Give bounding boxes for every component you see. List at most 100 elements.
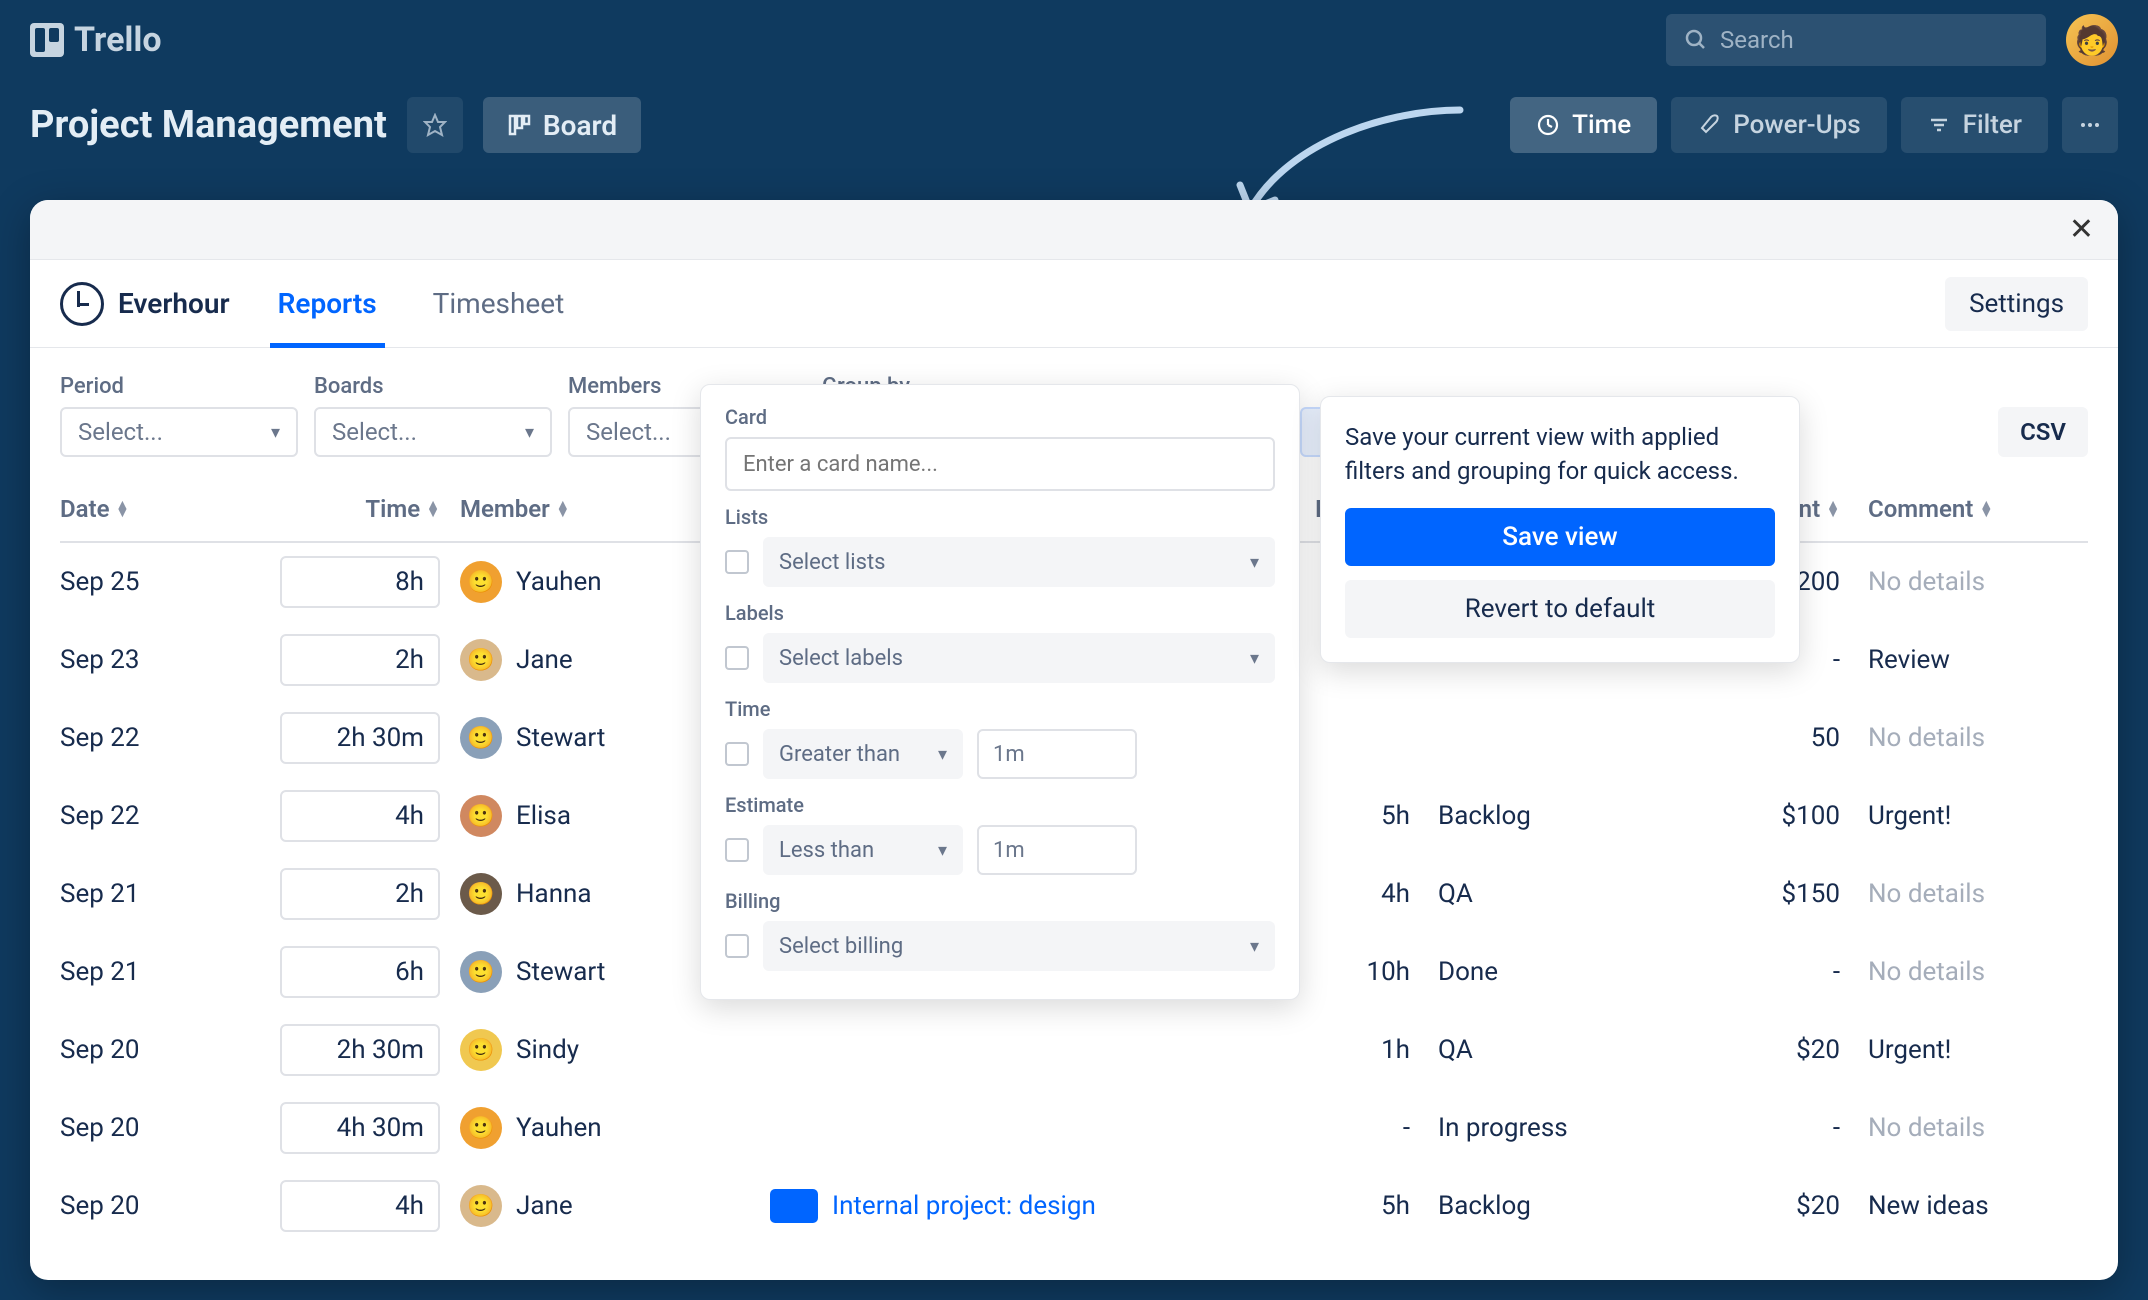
table-row: Sep 202h 30m🙂Sindy1hQA$20Urgent!: [60, 1011, 2088, 1089]
billing-checkbox[interactable]: [725, 934, 749, 958]
time-input[interactable]: 2h 30m: [280, 1024, 440, 1076]
board-view-button[interactable]: Board: [483, 97, 641, 153]
labels-select[interactable]: Select labels▾: [763, 633, 1275, 683]
chevron-down-icon: ▾: [271, 422, 280, 443]
cell-amount: $100: [1660, 801, 1840, 831]
time-input[interactable]: 4h 30m: [280, 1102, 440, 1154]
member-name: Jane: [516, 645, 573, 675]
cell-date: Sep 20: [60, 1113, 250, 1143]
cell-list: In progress: [1410, 1113, 1660, 1143]
estimate-op-select[interactable]: Less than▾: [763, 825, 963, 875]
cell-member: 🙂Sindy: [440, 1029, 770, 1071]
more-button[interactable]: [2062, 97, 2118, 153]
sort-icon: ▲▼: [556, 501, 570, 517]
revert-default-button[interactable]: Revert to default: [1345, 580, 1775, 638]
cell-amount: $20: [1660, 1191, 1840, 1221]
cell-comment: Urgent!: [1840, 1035, 2090, 1065]
cell-member: 🙂 Jane: [440, 1185, 770, 1227]
cell-comment: No details: [1840, 723, 2090, 753]
member-avatar: 🙂: [460, 873, 502, 915]
member-name: Stewart: [516, 957, 605, 987]
member-avatar: 🙂: [460, 951, 502, 993]
cell-amount: -: [1660, 1113, 1840, 1143]
more-filters-panel: Card Lists Select lists▾ Labels Select l…: [700, 384, 1300, 1000]
cell-date: Sep 23: [60, 645, 250, 675]
dots-icon: [2078, 113, 2102, 137]
cell-comment: No details: [1840, 957, 2090, 987]
trello-icon: [30, 23, 64, 57]
estimate-value-input[interactable]: 1m: [977, 825, 1137, 875]
tab-reports[interactable]: Reports: [270, 259, 385, 348]
col-date[interactable]: Date▲▼: [60, 495, 250, 523]
cell-date: Sep 21: [60, 879, 250, 909]
tab-timesheet[interactable]: Timesheet: [425, 259, 573, 348]
member-avatar: 🙂: [460, 1185, 502, 1227]
billing-select[interactable]: Select billing▾: [763, 921, 1275, 971]
time-op-select[interactable]: Greater than▾: [763, 729, 963, 779]
cell-list: Backlog: [1410, 801, 1660, 831]
table-row: Sep 204h🙂JaneInternal project: design5hB…: [60, 1167, 2088, 1245]
time-input[interactable]: 8h: [280, 556, 440, 608]
cell-comment: No details: [1840, 879, 2090, 909]
close-button[interactable]: ✕: [2069, 212, 2094, 247]
time-input[interactable]: 4h: [280, 790, 440, 842]
lists-checkbox[interactable]: [725, 550, 749, 574]
member-avatar: 🙂: [460, 1107, 502, 1149]
labels-checkbox[interactable]: [725, 646, 749, 670]
lists-select[interactable]: Select lists▾: [763, 537, 1275, 587]
cell-estimate: -: [1270, 1113, 1410, 1143]
powerups-button[interactable]: Power-Ups: [1671, 97, 1886, 153]
sort-icon: ▲▼: [1826, 501, 1840, 517]
card-link[interactable]: Internal project: design: [832, 1191, 1096, 1221]
member-name: Jane: [516, 1191, 573, 1221]
trello-logo[interactable]: Trello: [30, 20, 162, 60]
col-time[interactable]: Time▲▼: [250, 495, 440, 523]
time-value-input[interactable]: 1m: [977, 729, 1137, 779]
cell-amount: $150: [1660, 879, 1840, 909]
col-comment[interactable]: Comment▲▼: [1840, 495, 2090, 523]
time-input[interactable]: 6h: [280, 946, 440, 998]
member-name: Hanna: [516, 879, 592, 909]
sort-icon: ▲▼: [116, 501, 130, 517]
cell-date: Sep 21: [60, 957, 250, 987]
search-icon: [1684, 28, 1708, 52]
settings-button[interactable]: Settings: [1945, 277, 2088, 331]
star-button[interactable]: [407, 97, 463, 153]
cell-date: Sep 22: [60, 801, 250, 831]
estimate-checkbox[interactable]: [725, 838, 749, 862]
cell-card: Internal project: design: [770, 1189, 1270, 1223]
panel-topbar: ✕: [30, 200, 2118, 260]
filter-button[interactable]: Filter: [1901, 97, 2048, 153]
time-input[interactable]: 2h 30m: [280, 712, 440, 764]
time-checkbox[interactable]: [725, 742, 749, 766]
cell-comment: Urgent!: [1840, 801, 2090, 831]
card-name-input[interactable]: [725, 437, 1275, 491]
brand-text: Trello: [74, 20, 162, 60]
user-avatar[interactable]: 🧑: [2066, 14, 2118, 66]
cell-comment: Review: [1840, 645, 2090, 675]
csv-button[interactable]: CSV: [1998, 407, 2088, 457]
star-icon: [423, 113, 447, 137]
app-header: Trello Search 🧑: [0, 0, 2148, 80]
filter-boards: Boards Select...▾: [314, 374, 552, 457]
cell-list: QA: [1410, 879, 1660, 909]
cell-list: Backlog: [1410, 1191, 1660, 1221]
time-input[interactable]: 2h: [280, 868, 440, 920]
member-name: Yauhen: [516, 567, 602, 597]
table-row: Sep 204h 30m🙂Yauhen-In progress-No detai…: [60, 1089, 2088, 1167]
cell-estimate: 1h: [1270, 1035, 1410, 1065]
search-input[interactable]: Search: [1666, 14, 2046, 66]
boards-select[interactable]: Select...▾: [314, 407, 552, 457]
time-input[interactable]: 4h: [280, 1180, 440, 1232]
cell-member: 🙂Yauhen: [440, 1107, 770, 1149]
board-title: Project Management: [30, 103, 387, 147]
member-avatar: 🙂: [460, 561, 502, 603]
cell-comment: No details: [1840, 1113, 2090, 1143]
save-view-confirm-button[interactable]: Save view: [1345, 508, 1775, 566]
time-input[interactable]: 2h: [280, 634, 440, 686]
member-name: Elisa: [516, 801, 571, 831]
cell-date: Sep 22: [60, 723, 250, 753]
time-button[interactable]: Time: [1510, 97, 1657, 153]
cell-list: QA: [1410, 1035, 1660, 1065]
period-select[interactable]: Select...▾: [60, 407, 298, 457]
